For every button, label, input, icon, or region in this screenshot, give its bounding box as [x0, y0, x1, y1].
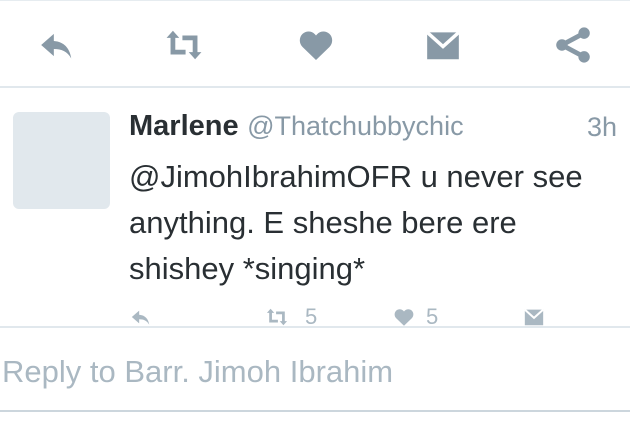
direct-message-button[interactable] — [521, 306, 547, 328]
like-button[interactable]: 5 — [392, 306, 438, 328]
reply-icon — [131, 310, 150, 325]
tweet-actions: 5 5 — [0, 302, 630, 328]
reply-button[interactable] — [128, 306, 154, 328]
direct-message-icon — [524, 308, 544, 326]
reply-input[interactable] — [0, 352, 630, 392]
direct-message-icon[interactable] — [422, 26, 464, 64]
tweet-card[interactable]: Marlene @Thatchubbychic 3h @JimohIbrahim… — [0, 88, 630, 328]
retweet-count: 5 — [305, 304, 318, 328]
reply-icon[interactable] — [36, 26, 78, 64]
like-count: 5 — [426, 304, 439, 328]
avatar[interactable] — [13, 112, 110, 209]
tweet-detail-view: Marlene @Thatchubbychic 3h @JimohIbrahim… — [0, 0, 630, 421]
tweet-timestamp[interactable]: 3h — [587, 112, 617, 143]
author-handle[interactable]: @Thatchubbychic — [247, 111, 464, 141]
retweet-icon — [266, 308, 288, 326]
retweet-icon[interactable] — [163, 26, 205, 64]
tweet-action-bar — [0, 0, 630, 88]
like-icon — [394, 309, 414, 326]
retweet-button[interactable]: 5 — [259, 306, 317, 328]
tweet-header: Marlene @Thatchubbychic 3h — [129, 110, 617, 146]
share-icon[interactable] — [552, 26, 594, 64]
author-name[interactable]: Marlene — [129, 110, 239, 142]
reply-composer — [0, 330, 630, 412]
tweet-text: @JimohIbrahimOFR u never see anything. E… — [129, 159, 583, 286]
like-icon[interactable] — [295, 26, 337, 64]
